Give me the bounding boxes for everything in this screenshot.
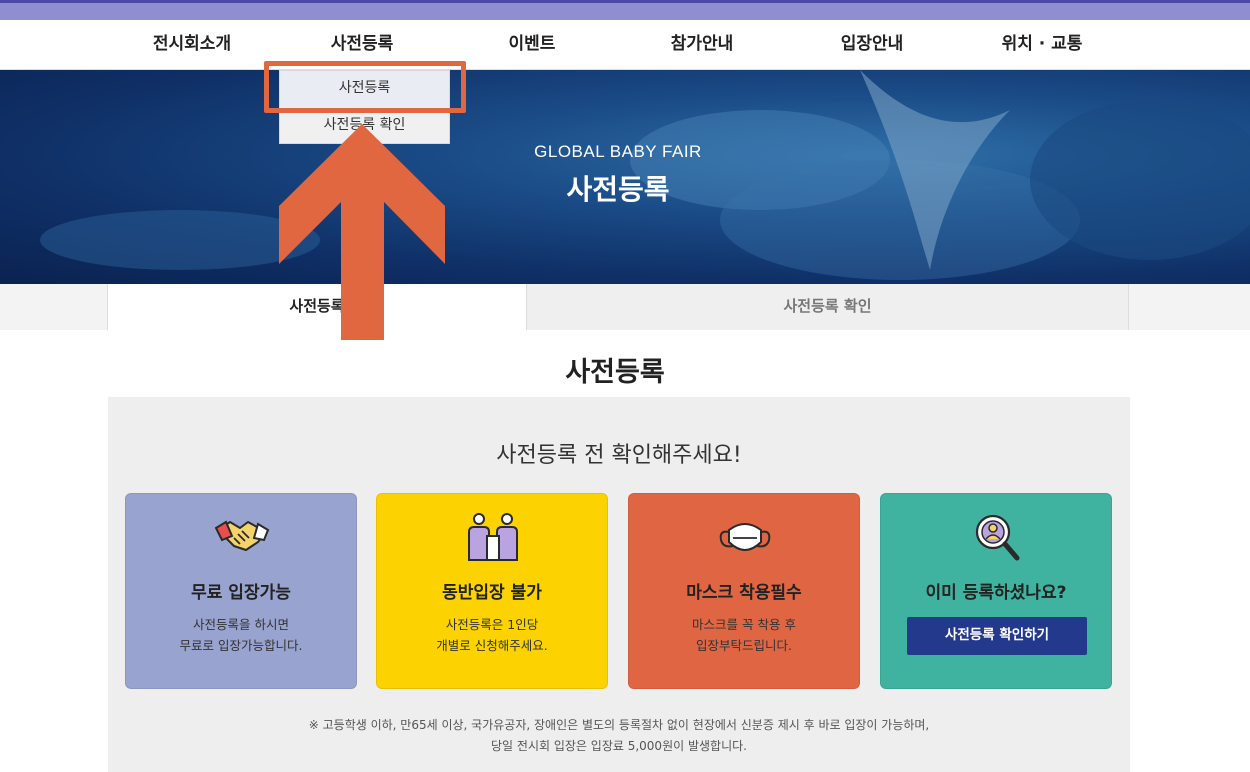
handshake-icon <box>214 520 270 551</box>
nav-item-location-transport[interactable]: 위치 · 교통 <box>957 20 1127 70</box>
card-title: 마스크 착용필수 <box>686 583 802 603</box>
nav-item-preregistration[interactable]: 사전등록 <box>277 20 447 70</box>
top-bar <box>0 0 1250 20</box>
nav-item-admission-guide[interactable]: 입장안내 <box>787 20 957 70</box>
sub-tabs: 사전등록 사전등록 확인 <box>0 284 1250 330</box>
card-free-admission: 무료 입장가능 사전등록을 하시면 무료로 입장가능합니다. <box>125 493 357 689</box>
preregistration-dropdown-menu: 사전등록 사전등록 확인 <box>279 70 450 144</box>
notice-panel: 사전등록 전 확인해주세요! 무료 입장가능 사전등록을 하시면 무료로 입장가… <box>108 397 1130 772</box>
nav-item-participation-guide[interactable]: 참가안내 <box>617 20 787 70</box>
tab-preregistration-check[interactable]: 사전등록 확인 <box>527 284 1129 330</box>
card-description-line: 사전등록은 1인당 <box>445 617 539 632</box>
card-already-registered: 이미 등록하셨나요? 사전등록 확인하기 <box>880 493 1112 689</box>
panel-title: 사전등록 전 확인해주세요! <box>496 443 742 468</box>
card-description-line: 사전등록을 하시면 <box>193 617 289 632</box>
card-mask-required: 마스크 착용필수 마스크를 꼭 착용 후 입장부탁드립니다. <box>628 493 860 689</box>
card-no-companion: 동반입장 불가 사전등록은 1인당 개별로 신청해주세요. <box>376 493 608 689</box>
card-description-line: 개별로 신청해주세요. <box>436 638 548 653</box>
card-title: 이미 등록하셨나요? <box>925 583 1067 603</box>
card-description: 사전등록은 1인당 개별로 신청해주세요. <box>377 614 607 656</box>
card-title: 동반입장 불가 <box>442 583 542 603</box>
card-description-line: 입장부탁드립니다. <box>696 638 792 653</box>
hero-subtitle: GLOBAL BABY FAIR <box>534 142 702 161</box>
card-title: 무료 입장가능 <box>191 583 291 603</box>
card-description: 사전등록을 하시면 무료로 입장가능합니다. <box>126 614 356 656</box>
hero-banner: GLOBAL BABY FAIR 사전등록 <box>0 70 1250 284</box>
dropdown-item-preregistration-check[interactable]: 사전등록 확인 <box>280 108 449 145</box>
notice-text: ※ 고등학생 이하, 만65세 이상, 국가유공자, 장애인은 별도의 등록절차… <box>108 715 1130 757</box>
card-description-line: 무료로 입장가능합니다. <box>179 638 303 653</box>
page: 전시회소개 사전등록 이벤트 참가안내 입장안내 위치 · 교통 GLOBAL … <box>0 0 1250 772</box>
dropdown-item-preregistration[interactable]: 사전등록 <box>280 71 449 108</box>
card-description-line: 마스크를 꼭 착용 후 <box>692 617 796 632</box>
main-navigation: 전시회소개 사전등록 이벤트 참가안내 입장안내 위치 · 교통 <box>0 20 1250 70</box>
card-description: 마스크를 꼭 착용 후 입장부탁드립니다. <box>629 614 859 656</box>
mask-icon <box>719 523 771 551</box>
tab-preregistration[interactable]: 사전등록 <box>107 284 527 330</box>
search-person-icon <box>975 514 1020 561</box>
check-registration-button[interactable]: 사전등록 확인하기 <box>907 617 1087 655</box>
hero-title: 사전등록 <box>566 173 670 206</box>
two-people-icon <box>468 513 518 561</box>
notice-line: 당일 전시회 입장은 입장료 5,000원이 발생합니다. <box>491 739 747 753</box>
page-title: 사전등록 <box>565 357 665 388</box>
notice-line: ※ 고등학생 이하, 만65세 이상, 국가유공자, 장애인은 별도의 등록절차… <box>308 718 930 732</box>
nav-item-exhibition-intro[interactable]: 전시회소개 <box>107 20 277 70</box>
nav-item-event[interactable]: 이벤트 <box>447 20 617 70</box>
